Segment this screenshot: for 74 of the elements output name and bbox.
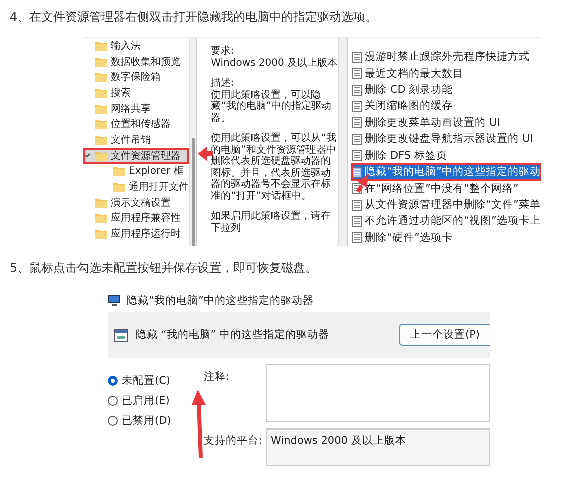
policy-item[interactable]: 删除更改菜单动画设置的 UI [352,114,541,132]
policy-item[interactable]: 关闭缩略图的缓存 [352,98,541,115]
folder-icon [95,134,107,145]
policy-heading: 隐藏 “我的电脑” 中的这些指定的驱动器 [136,328,330,342]
description-text: 如果启用此策略设置，请在下拉列 [211,211,332,234]
tree-item[interactable]: 应用程序兼容性 [83,210,189,226]
policy-selected-icon [352,166,362,178]
scrollbar[interactable] [189,38,198,246]
radio-dot[interactable] [108,416,118,426]
folder-icon [95,198,107,208]
comment-label: 注释: [204,370,231,385]
folder-icon [95,104,107,114]
settings-window-icon [114,328,128,342]
policy-icon [352,134,362,145]
policy-item[interactable]: 删除更改键盘导航指示器设置的 UI [352,131,541,148]
policy-icon [352,150,362,162]
radio-option[interactable]: 未配置(C) [108,374,171,388]
tree-item[interactable]: Explorer 框 [83,164,189,180]
policy-item[interactable]: 从文件资源管理器中删除“文件”菜单 [352,196,541,214]
folder-icon [95,119,107,130]
policy-item[interactable]: 删除 CD 刻录功能 [352,82,541,98]
tree-item[interactable]: 数字保险箱 [83,69,189,86]
tree-item[interactable]: 网络共享 [83,100,189,116]
policy-icon [352,117,362,128]
folder-icon [95,150,107,161]
policy-icon [352,52,362,63]
scrollbar[interactable] [338,38,348,246]
tree-item[interactable]: 搜索 [83,85,189,101]
folder-icon [113,182,125,192]
tree-item[interactable]: 输入法 [83,38,189,54]
policy-icon [352,68,362,80]
tree-item[interactable]: 文件资源管理器 [83,148,189,164]
folder-icon [95,88,107,98]
comment-field[interactable] [266,364,490,422]
previous-setting-button[interactable]: 上一个设置(P) [399,324,490,346]
policy-item[interactable]: 不允许通过功能区的“视图”选项卡上 [352,213,541,230]
policy-item[interactable]: 删除“硬件”选项卡 [352,230,541,246]
pointer-arrow [198,147,213,161]
folder-icon [95,229,107,240]
radio-dot[interactable] [108,376,118,386]
policy-icon [352,100,362,112]
folder-icon [95,56,107,67]
step-text: 4、在文件资源管理器右侧双击打开隐藏我的电脑中的指定驱动选项。 [9,9,379,26]
tree-item[interactable]: 数据收集和预览 [83,54,189,70]
platform-label: 支持的平台: [204,434,264,449]
policy-icon [352,216,362,227]
folder-icon [95,213,107,224]
description-text: 要求: Windows 2000 及以上版本 [211,46,338,69]
folder-icon [113,166,125,176]
folder-icon [95,72,107,82]
dialog-title: 隐藏“我的电脑”中的这些指定的驱动器 [127,294,314,308]
policy-item[interactable]: 漫游时禁止跟踪外壳程序快捷方式 [352,49,541,66]
policy-icon [352,232,362,244]
tree-item[interactable]: 文件吊销 [83,132,189,148]
policy-icon [352,84,362,96]
platform-field: Windows 2000 及以上版本 [266,428,490,466]
policy-icon [352,200,362,210]
policy-item[interactable]: 在“网络位置”中没有“整个网络” [352,180,541,197]
folder-icon [95,40,107,51]
computer-icon [108,295,121,307]
description-text: 描述: 使用此策略设置，可以隐藏“我的电脑”中的指定驱动器。 [211,78,332,124]
radio-option[interactable]: 已启用(E) [108,394,170,408]
tree-item[interactable]: 通用打开文件 [83,179,189,195]
tree-item[interactable]: 位置和传感器 [83,116,189,132]
policy-item[interactable]: 删除 DFS 标签页 [352,148,541,164]
tree-item[interactable]: 演示文稿设置 [83,194,189,211]
radio-dot[interactable] [108,396,118,406]
step-text: 5、鼠标点击勾选未配置按钮并保存设置，即可恢复磁盘。 [9,260,319,277]
policy-item[interactable]: 最近文档的最大数目 [352,65,541,82]
chevron-icon[interactable] [83,152,91,160]
tree-item[interactable]: 应用程序运行时 [83,226,189,242]
radio-option[interactable]: 已禁用(D) [108,414,172,428]
policy-item[interactable]: 隐藏“我的电脑”中的这些指定的驱动 [352,164,541,180]
pointer-arrow [192,390,206,458]
